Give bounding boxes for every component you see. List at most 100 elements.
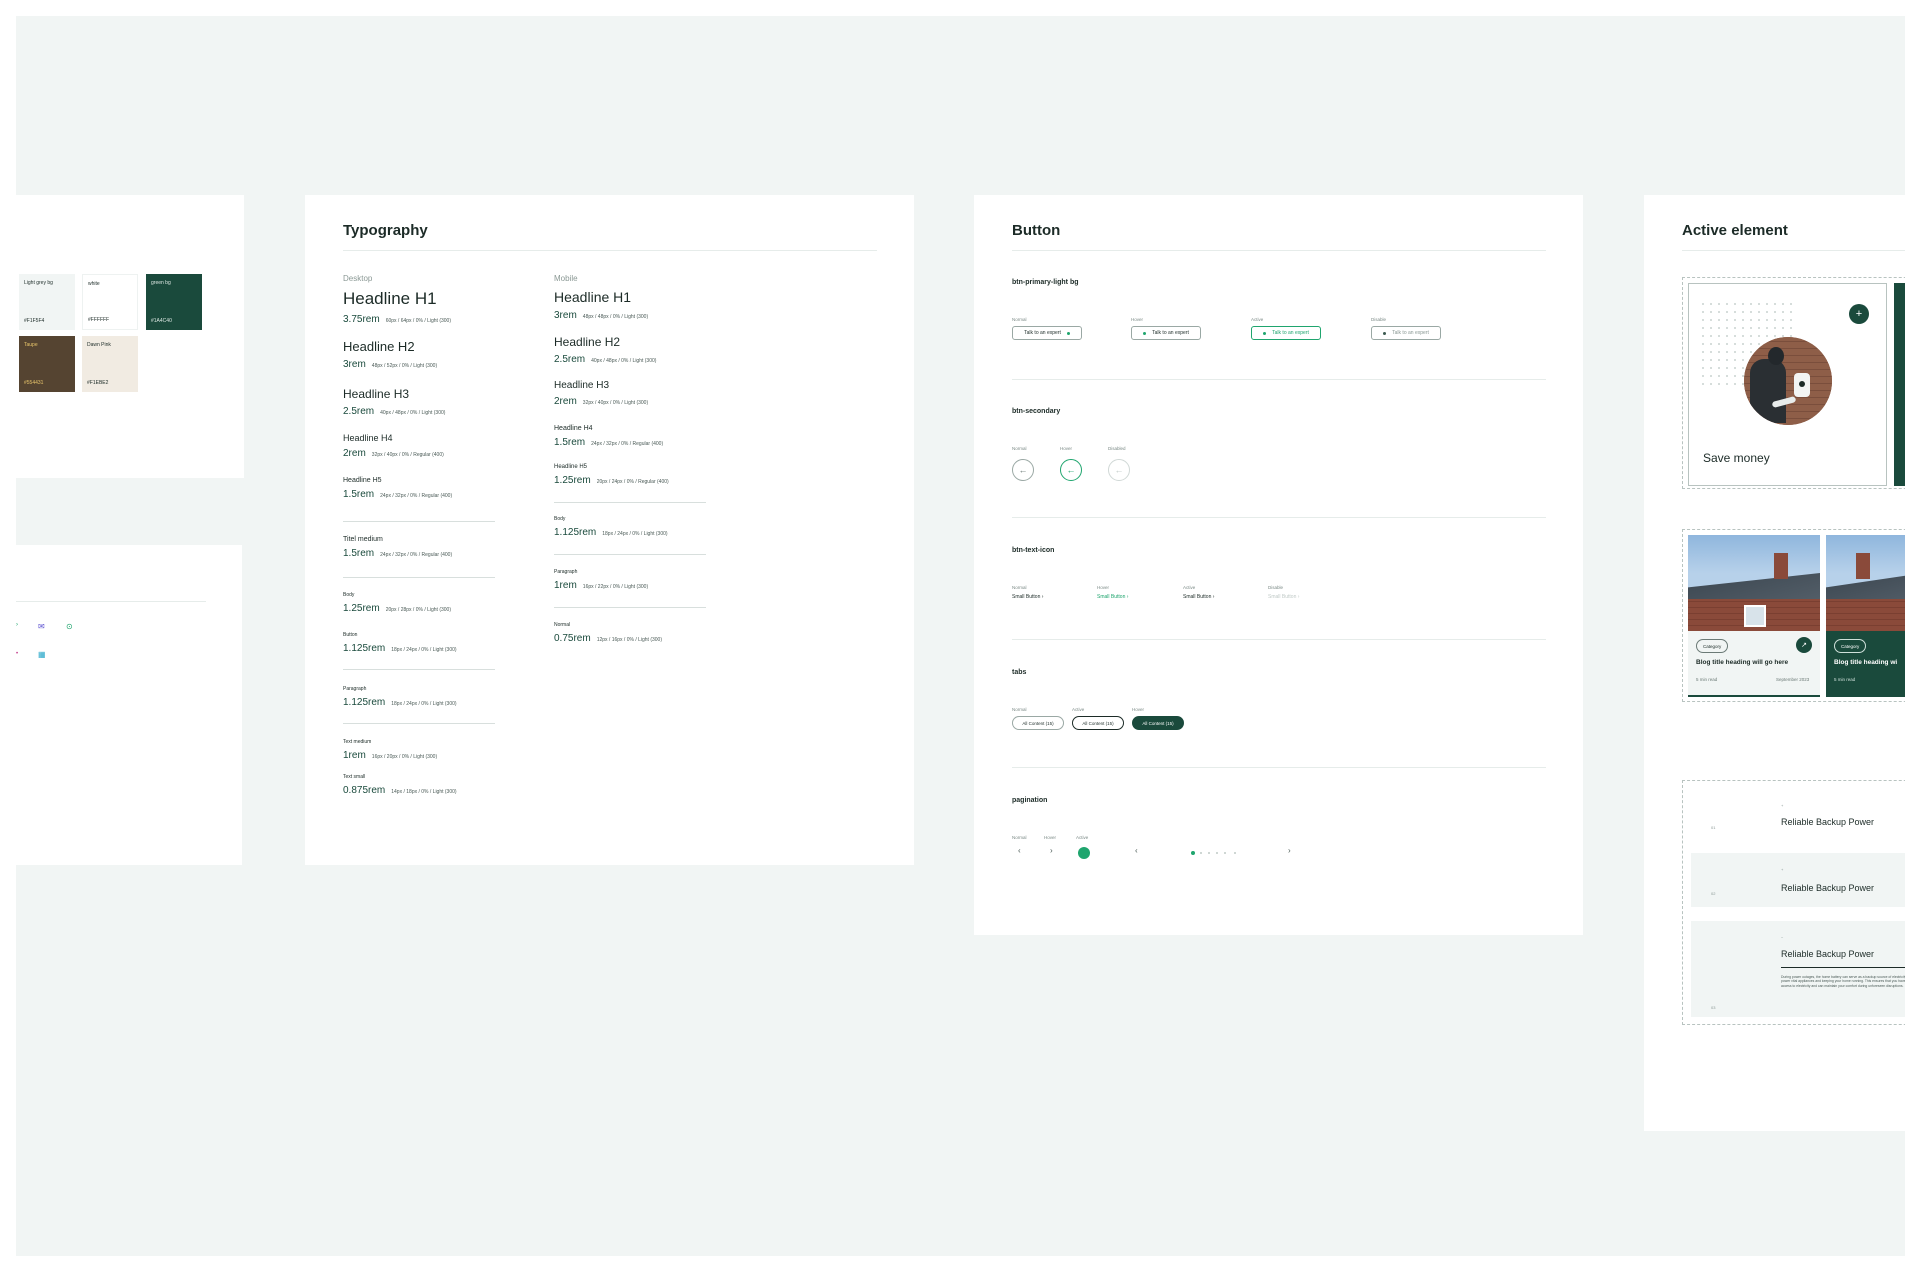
pagination-dot[interactable]	[1208, 852, 1210, 854]
small-button[interactable]: Small Button ›	[1012, 594, 1043, 600]
type-mobile-h3: Headline H3 2rem 32px / 40px / 0% / Light…	[554, 380, 649, 407]
accordion-body: During power outages, the home battery c…	[1781, 975, 1905, 988]
pagination-next-icon[interactable]: ›	[1288, 846, 1291, 855]
accordion-variants: + 01 Reliable Backup Power + 02 Reliable…	[1682, 780, 1905, 1025]
star-icon: •	[16, 651, 19, 657]
state-label: Normal	[1012, 707, 1027, 712]
desktop-label: Desktop	[343, 274, 373, 283]
state-label: Normal	[1012, 585, 1027, 590]
swatch-name: Dawn Pink	[87, 342, 111, 348]
swatch-hex: #FFFFFF	[88, 317, 110, 323]
dot-icon	[1383, 331, 1387, 335]
read-time: 5 min read	[1696, 677, 1718, 682]
button-frame: Button btn-primary-light bg Normal Hover…	[974, 195, 1583, 935]
card-label: Save money	[1703, 451, 1770, 465]
pagination-next-icon[interactable]: ›	[1050, 846, 1053, 855]
tab-all-content[interactable]: All Content (15)	[1012, 716, 1064, 730]
arrow-left-icon: ←	[1066, 465, 1076, 475]
check-circle-icon: ⊙	[66, 622, 73, 631]
state-label: Active	[1072, 707, 1085, 712]
state-label: Normal	[1012, 835, 1027, 840]
type-desktop-paragraph: Paragraph 1.125rem 18px / 24px / 0% / Lig…	[343, 686, 457, 708]
state-label: Hover	[1131, 317, 1144, 322]
small-button-hover[interactable]: Small Button ›	[1097, 594, 1128, 600]
pagination-dot[interactable]	[1224, 852, 1226, 854]
arrow-button[interactable]: ↗	[1796, 637, 1812, 653]
type-desktop-text-small: Text small 0.875rem 14px / 18px / 0% / Li…	[343, 774, 457, 796]
accordion-number: 03	[1711, 1005, 1716, 1010]
arrow-left-icon: ←	[1018, 465, 1028, 475]
blog-title: Blog title heading wi	[1834, 659, 1898, 666]
accordion-title: Reliable Backup Power	[1781, 883, 1875, 893]
type-desktop-body: Body 1.25rem 20px / 28px / 0% / Light (30…	[343, 592, 452, 614]
type-desktop-h5: Headline H5 1.5rem 24px / 32px / 0% / Reg…	[343, 477, 453, 500]
pagination-dot-active[interactable]	[1191, 851, 1195, 855]
blog-card[interactable]: Category ↗ Blog title heading will go he…	[1688, 535, 1820, 697]
category-chip[interactable]: Category	[1696, 639, 1729, 653]
state-label: Normal	[1012, 446, 1027, 451]
accordion-item-open[interactable]: − Reliable Backup Power During power out…	[1691, 921, 1905, 1017]
small-button-active[interactable]: Small Button ›	[1183, 594, 1214, 600]
arrow-left-button-hover[interactable]: ←	[1060, 459, 1082, 481]
state-label: Hover	[1132, 707, 1145, 712]
talk-to-expert-button-hover[interactable]: Talk to an expert	[1131, 326, 1201, 340]
section-label: btn-text-icon	[1012, 547, 1055, 554]
arrow-left-icon: ←	[1114, 465, 1124, 475]
swatch-name: white	[88, 281, 100, 287]
state-label: Active	[1251, 317, 1264, 322]
swatch-taupe: Taupe #554431	[19, 336, 75, 392]
swatch-green: green bg #1A4C40	[146, 274, 202, 330]
tab-all-content-active[interactable]: All Content (15)	[1072, 716, 1124, 730]
accordion-item-hover[interactable]: + 02 Reliable Backup Power	[1691, 853, 1905, 907]
category-chip[interactable]: Category	[1834, 639, 1867, 653]
swatch-hex: #F1EBE2	[87, 380, 109, 386]
talk-to-expert-button[interactable]: Talk to an expert	[1012, 326, 1082, 340]
grid-icon: ▦	[38, 650, 46, 659]
blog-photo	[1688, 535, 1820, 631]
blog-photo	[1826, 535, 1905, 631]
mail-icon: ✉	[38, 622, 45, 631]
plus-button[interactable]: +	[1849, 304, 1869, 324]
pagination-dot[interactable]	[1216, 852, 1218, 854]
save-money-card[interactable]: + Save money	[1688, 283, 1887, 486]
small-button-disabled[interactable]: Small Button ›	[1268, 594, 1299, 600]
save-money-card-hover[interactable]	[1894, 283, 1905, 486]
swatch-white: white #FFFFFF	[82, 274, 138, 330]
design-canvas: Light grey bg #F1F5F4 white #FFFFFF gree…	[16, 16, 1905, 1256]
type-desktop-h3: Headline H3 2.5rem 40px / 48px / 0% / Lig…	[343, 387, 446, 417]
state-label: Hover	[1044, 835, 1057, 840]
accordion-number: 01	[1711, 825, 1716, 830]
mobile-label: Mobile	[554, 274, 578, 283]
section-label: btn-secondary	[1012, 408, 1061, 415]
talk-to-expert-button-disabled[interactable]: Talk to an expert	[1371, 326, 1441, 340]
accordion-title: Reliable Backup Power	[1781, 817, 1875, 827]
frame-title: Button	[1012, 222, 1061, 239]
blog-date: September 2023	[1776, 677, 1810, 682]
swatch-name: Light grey bg	[24, 280, 53, 286]
blog-card-hover[interactable]: Category Blog title heading wi 5 min rea…	[1826, 535, 1905, 697]
arrow-left-button-disabled[interactable]: ←	[1108, 459, 1130, 481]
talk-to-expert-button-active[interactable]: Talk to an expert	[1251, 326, 1321, 340]
swatch-hex: #554431	[24, 380, 44, 386]
section-label: btn-primary-light bg	[1012, 279, 1079, 286]
pagination-active-button[interactable]	[1078, 847, 1090, 859]
type-mobile-h4: Headline H4 1.5rem 24px / 32px / 0% / Reg…	[554, 425, 664, 448]
pagination-dot[interactable]	[1200, 852, 1202, 854]
pagination-prev-icon[interactable]: ‹	[1018, 846, 1021, 855]
state-label: Hover	[1097, 585, 1110, 590]
accordion-item[interactable]: + 01 Reliable Backup Power	[1691, 785, 1905, 839]
pagination-prev-icon[interactable]: ‹	[1135, 846, 1138, 855]
type-mobile-normal: Normal 0.75rem 12px / 16px / 0% / Light (…	[554, 622, 663, 644]
product-photo	[1744, 337, 1832, 425]
tab-all-content-hover[interactable]: All Content (15)	[1132, 716, 1184, 730]
type-desktop-h1: Headline H1 3.75rem 60px / 64px / 0% / Li…	[343, 289, 452, 325]
pagination-dot[interactable]	[1234, 852, 1236, 854]
type-mobile-h1: Headline H1 3rem 48px / 48px / 0% / Light…	[554, 289, 649, 321]
arrow-left-button[interactable]: ←	[1012, 459, 1034, 481]
type-mobile-h2: Headline H2 2.5rem 40px / 48px / 0% / Lig…	[554, 335, 657, 365]
swatch-dawn-pink: Dawn Pink #F1EBE2	[82, 336, 138, 392]
accordion-title: Reliable Backup Power	[1781, 949, 1875, 959]
type-desktop-h2: Headline H2 3rem 48px / 52px / 0% / Light…	[343, 339, 438, 370]
state-label: Disable	[1371, 317, 1387, 322]
frame-title: Active element	[1682, 222, 1788, 239]
